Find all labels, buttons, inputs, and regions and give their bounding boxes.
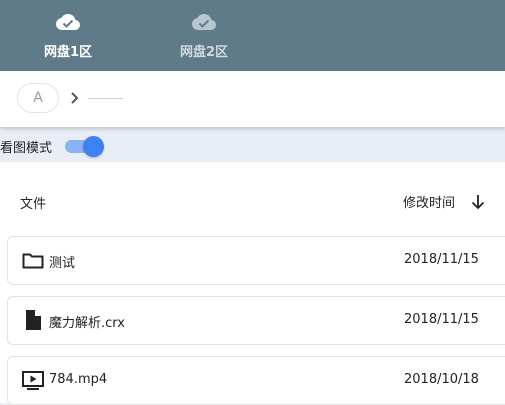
video-file-icon [22,371,44,390]
cloud-check-icon [56,13,80,31]
breadcrumb-root[interactable]: A [17,83,59,113]
folder-icon [22,253,44,269]
file-icon [26,310,41,330]
list-item[interactable]: 测试 2018/11/15 [7,236,505,285]
file-name: 784.mp4 [49,372,108,387]
tab-label: 网盘1区 [43,45,93,60]
file-date: 2018/11/15 [404,312,479,327]
view-mode-toggle[interactable] [64,135,104,157]
toggle-knob [83,136,104,157]
cloud-check-icon [192,13,216,31]
tab-disk-1[interactable]: 网盘1区 [18,0,118,71]
file-date: 2018/11/15 [404,252,479,267]
file-date: 2018/10/18 [404,372,479,387]
arrow-down-icon[interactable] [470,193,486,211]
column-header-file: 文件 [20,197,47,212]
tab-label: 网盘2区 [179,45,229,60]
file-name: 魔力解析.crx [49,316,125,331]
list-item[interactable]: 魔力解析.crx 2018/11/15 [7,296,505,345]
column-header-modified-time[interactable]: 修改时间 [403,192,455,211]
tab-disk-2[interactable]: 网盘2区 [154,0,254,71]
chevron-right-icon [71,92,79,104]
view-mode-label: 看图模式 [0,141,53,156]
file-name: 测试 [49,256,76,271]
breadcrumb: A [0,71,505,127]
breadcrumb-placeholder-line [88,98,123,99]
list-item[interactable]: 784.mp4 2018/10/18 [7,356,505,405]
top-tab-bar: 网盘1区 网盘2区 [0,0,505,71]
